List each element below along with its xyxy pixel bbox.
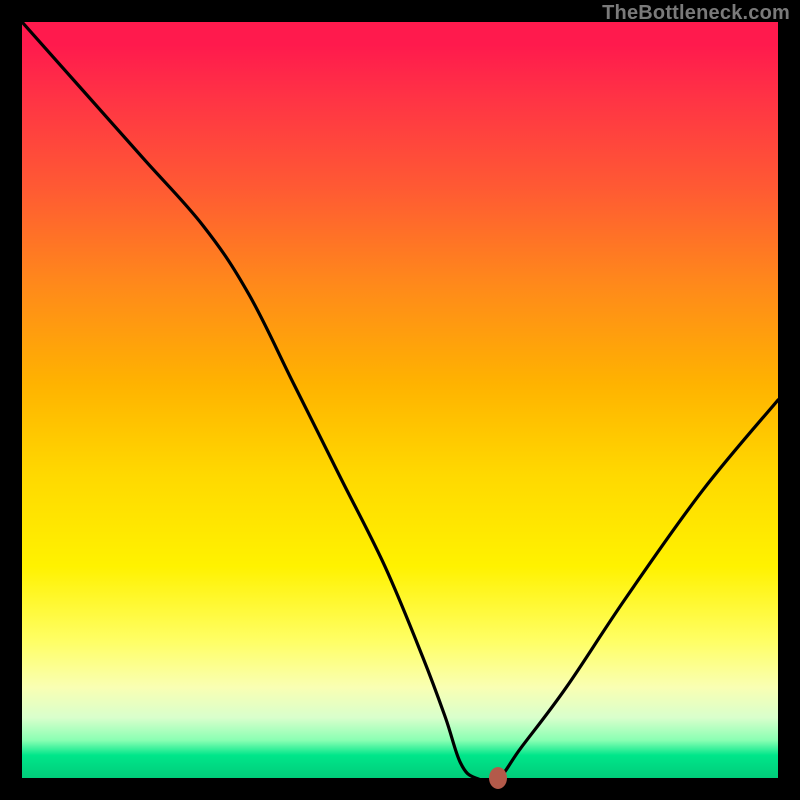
watermark-text: TheBottleneck.com — [602, 2, 790, 25]
optimal-point-marker — [489, 767, 507, 789]
plot-area — [22, 22, 778, 778]
bottleneck-curve — [22, 22, 778, 778]
curve-path — [22, 22, 778, 778]
chart-frame: TheBottleneck.com — [0, 0, 800, 800]
